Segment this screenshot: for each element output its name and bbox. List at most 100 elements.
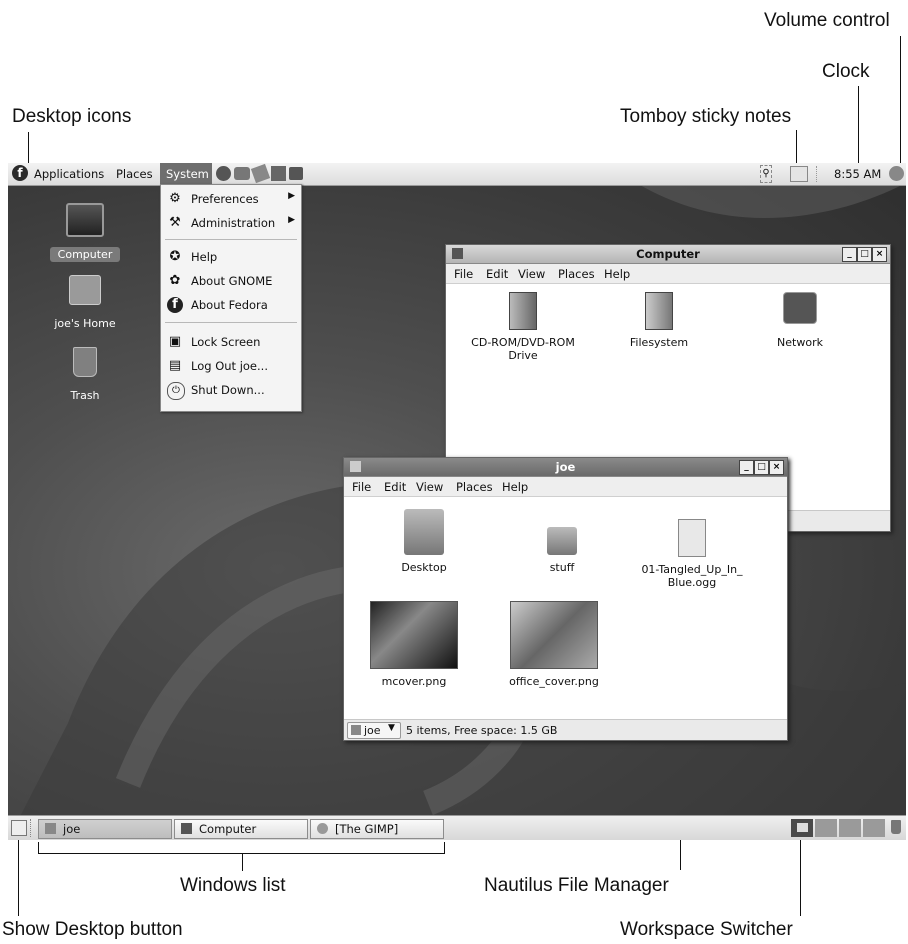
volume-icon[interactable] bbox=[889, 166, 904, 181]
launcher-mail-icon[interactable] bbox=[234, 167, 250, 180]
mcover-item[interactable]: mcover.png bbox=[364, 601, 464, 688]
menu-item-help[interactable]: ✪ Help bbox=[161, 246, 301, 268]
close-button[interactable]: × bbox=[769, 460, 784, 475]
joe-menubar: File Edit View Places Help bbox=[344, 477, 787, 497]
menu-item-administration[interactable]: ⚒ Administration ▶ bbox=[161, 212, 301, 234]
bracket-windows-l bbox=[38, 842, 39, 854]
audio-file-icon bbox=[678, 519, 706, 557]
callout-desktop-icons: Desktop icons bbox=[12, 106, 132, 127]
panel-clock[interactable]: 8:55 AM bbox=[834, 167, 881, 181]
maximize-button[interactable]: □ bbox=[857, 247, 872, 262]
launcher-impress-icon[interactable] bbox=[271, 166, 286, 181]
menu-item-label: About Fedora bbox=[191, 298, 268, 312]
menu-file[interactable]: File bbox=[454, 267, 473, 281]
menu-item-label: Log Out joe... bbox=[191, 359, 268, 373]
minimize-button[interactable]: _ bbox=[842, 247, 857, 262]
network-status-icon[interactable]: ⚲ bbox=[760, 165, 772, 183]
menu-help[interactable]: Help bbox=[502, 480, 528, 494]
desktop-icon-label: Trash bbox=[70, 389, 100, 402]
computer-icon bbox=[66, 203, 104, 237]
workspace-4[interactable] bbox=[863, 819, 885, 837]
maximize-button[interactable]: □ bbox=[754, 460, 769, 475]
computer-window-titlebar[interactable]: Computer _ □ × bbox=[446, 245, 890, 264]
callout-show-desktop: Show Desktop button bbox=[2, 919, 183, 940]
top-panel: f Applications Places System ⚲ 8:55 AM bbox=[8, 163, 906, 186]
joe-window-titlebar[interactable]: joe _ □ × bbox=[344, 458, 787, 477]
menu-separator bbox=[165, 239, 297, 240]
close-button[interactable]: × bbox=[872, 247, 887, 262]
menu-places[interactable]: Places bbox=[456, 480, 493, 494]
trash-icon bbox=[73, 347, 97, 377]
workspace-3[interactable] bbox=[839, 819, 861, 837]
menu-item-preferences[interactable]: ⚙ Preferences ▶ bbox=[161, 188, 301, 210]
network-item[interactable]: Network bbox=[750, 292, 850, 349]
task-button-computer[interactable]: Computer bbox=[174, 819, 308, 839]
bracket-windows-r bbox=[444, 842, 445, 854]
show-desktop-button[interactable] bbox=[11, 820, 27, 836]
task-button-gimp[interactable]: [The GIMP] bbox=[310, 819, 444, 839]
office-cover-item[interactable]: office_cover.png bbox=[494, 601, 614, 688]
callout-nautilus: Nautilus File Manager bbox=[484, 875, 669, 896]
menu-item-shutdown[interactable]: ⏻ Shut Down... bbox=[161, 379, 301, 401]
leader-tomboy bbox=[796, 130, 797, 166]
launcher-calc-icon[interactable] bbox=[289, 167, 303, 180]
menu-help[interactable]: Help bbox=[604, 267, 630, 281]
logout-icon: ▤ bbox=[168, 358, 182, 373]
administration-icon: ⚒ bbox=[169, 215, 181, 230]
menu-item-about-fedora[interactable]: f About Fedora bbox=[161, 294, 301, 316]
location-button[interactable]: joe ▼ bbox=[347, 722, 401, 739]
desktop-icon-home[interactable]: joe's Home bbox=[50, 275, 120, 330]
joe-window-title: joe bbox=[555, 460, 576, 474]
trash-applet-icon[interactable] bbox=[891, 820, 901, 834]
menu-places[interactable]: Places bbox=[116, 167, 153, 181]
computer-icon bbox=[181, 823, 192, 834]
panel-handle[interactable] bbox=[30, 819, 34, 837]
menu-view[interactable]: View bbox=[416, 480, 443, 494]
menu-view[interactable]: View bbox=[518, 267, 545, 281]
file-label: CD-ROM/DVD-ROM Drive bbox=[471, 336, 575, 362]
filesystem-item[interactable]: Filesystem bbox=[606, 292, 712, 349]
file-label: Filesystem bbox=[629, 336, 689, 349]
workspace-2[interactable] bbox=[815, 819, 837, 837]
leader-windows-list bbox=[242, 853, 243, 871]
menu-places[interactable]: Places bbox=[558, 267, 595, 281]
power-icon: ⏻ bbox=[167, 382, 185, 400]
launcher-writer-icon[interactable] bbox=[250, 163, 271, 184]
minimize-button[interactable]: _ bbox=[739, 460, 754, 475]
computer-window-title: Computer bbox=[636, 247, 700, 261]
folder-icon bbox=[547, 527, 577, 555]
task-label: joe bbox=[63, 822, 81, 836]
audio-file-item[interactable]: 01-Tangled_Up_In_ Blue.ogg bbox=[632, 509, 752, 589]
cdrom-drive-item[interactable]: CD-ROM/DVD-ROM Drive bbox=[460, 292, 586, 362]
menu-edit[interactable]: Edit bbox=[486, 267, 508, 281]
joe-content: Desktop stuff 01-Tangled_Up_In_ Blue.ogg… bbox=[344, 497, 787, 719]
menu-separator bbox=[165, 322, 297, 323]
menu-item-about-gnome[interactable]: ✿ About GNOME bbox=[161, 270, 301, 292]
workspace-1-window bbox=[797, 823, 808, 832]
menu-item-label: Administration bbox=[191, 216, 276, 230]
menu-file[interactable]: File bbox=[352, 480, 371, 494]
callout-workspace-switcher: Workspace Switcher bbox=[620, 919, 793, 940]
menu-item-lock-screen[interactable]: ▣ Lock Screen bbox=[161, 331, 301, 353]
image-thumbnail-icon bbox=[370, 601, 458, 669]
submenu-arrow-icon: ▶ bbox=[288, 215, 295, 225]
file-label: office_cover.png bbox=[509, 675, 599, 688]
menu-item-label: Shut Down... bbox=[191, 383, 265, 397]
task-label: [The GIMP] bbox=[335, 822, 399, 836]
menu-applications[interactable]: Applications bbox=[34, 167, 104, 181]
cdrom-drive-icon bbox=[509, 292, 537, 330]
desktop-icon-trash[interactable]: Trash bbox=[50, 347, 120, 402]
stuff-folder-item[interactable]: stuff bbox=[512, 509, 612, 574]
desktop-icon-computer[interactable]: Computer bbox=[50, 203, 120, 262]
launcher-browser-icon[interactable] bbox=[216, 166, 231, 181]
tomboy-notes-icon[interactable] bbox=[790, 166, 808, 182]
menu-edit[interactable]: Edit bbox=[384, 480, 406, 494]
submenu-arrow-icon: ▶ bbox=[288, 191, 295, 201]
menu-item-label: Lock Screen bbox=[191, 335, 261, 349]
desktop-folder-item[interactable]: Desktop bbox=[374, 509, 474, 574]
task-button-joe[interactable]: joe bbox=[38, 819, 172, 839]
menu-item-logout[interactable]: ▤ Log Out joe... bbox=[161, 355, 301, 377]
fedora-logo-icon[interactable]: f bbox=[12, 165, 28, 181]
file-label: stuff bbox=[549, 561, 575, 574]
callout-tomboy: Tomboy sticky notes bbox=[620, 106, 792, 127]
